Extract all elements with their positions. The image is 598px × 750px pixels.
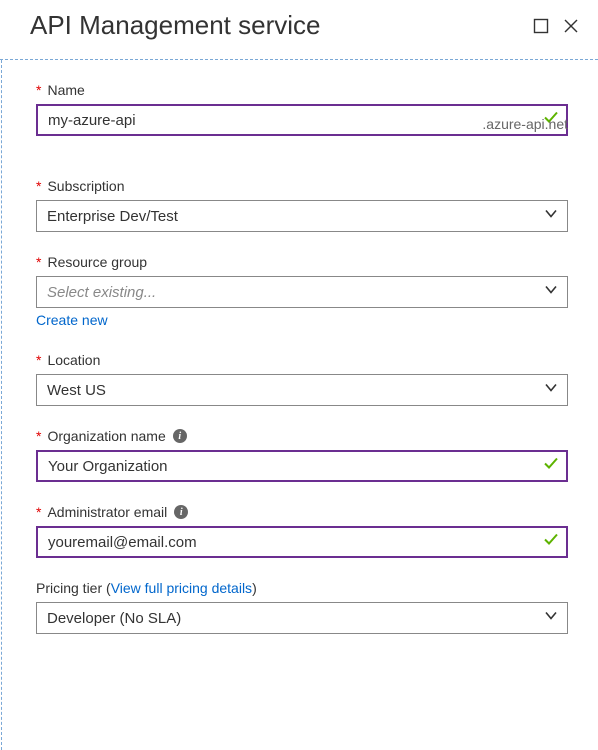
field-location: * Location West US: [36, 352, 568, 406]
info-icon[interactable]: i: [174, 505, 188, 519]
panel-title: API Management service: [30, 10, 532, 41]
field-org-name: * Organization name i: [36, 428, 568, 482]
resource-group-select[interactable]: Select existing...: [36, 276, 568, 308]
create-new-link[interactable]: Create new: [36, 312, 108, 328]
required-indicator: *: [36, 82, 41, 98]
pricing-label-prefix: Pricing tier (: [36, 580, 111, 596]
name-label: * Name: [36, 82, 568, 98]
admin-email-label: * Administrator email i: [36, 504, 568, 520]
admin-email-input[interactable]: [36, 526, 568, 558]
required-indicator: *: [36, 428, 41, 444]
form-body: * Name .azure-api.net * Subscription Ent…: [1, 60, 598, 750]
field-subscription: * Subscription Enterprise Dev/Test: [36, 178, 568, 232]
pricing-tier-select[interactable]: Developer (No SLA): [36, 602, 568, 634]
org-name-label-text: Organization name: [47, 428, 165, 444]
resource-group-label: * Resource group: [36, 254, 568, 270]
header-actions: [532, 17, 580, 35]
field-admin-email: * Administrator email i: [36, 504, 568, 558]
pin-icon[interactable]: [532, 17, 550, 35]
info-icon[interactable]: i: [173, 429, 187, 443]
location-value: West US: [47, 382, 106, 399]
required-indicator: *: [36, 504, 41, 520]
org-name-label: * Organization name i: [36, 428, 568, 444]
required-indicator: *: [36, 352, 41, 368]
subscription-select[interactable]: Enterprise Dev/Test: [36, 200, 568, 232]
field-name: * Name .azure-api.net: [36, 82, 568, 136]
pricing-tier-label: Pricing tier (View full pricing details): [36, 580, 568, 596]
pricing-tier-value: Developer (No SLA): [47, 610, 181, 627]
field-resource-group: * Resource group Select existing... Crea…: [36, 254, 568, 330]
subscription-label: * Subscription: [36, 178, 568, 194]
subscription-value: Enterprise Dev/Test: [47, 208, 178, 225]
close-icon[interactable]: [562, 17, 580, 35]
location-select[interactable]: West US: [36, 374, 568, 406]
required-indicator: *: [36, 254, 41, 270]
name-label-text: Name: [47, 82, 84, 98]
resource-group-label-text: Resource group: [47, 254, 147, 270]
field-pricing-tier: Pricing tier (View full pricing details)…: [36, 580, 568, 634]
pricing-label-suffix: ): [252, 580, 257, 596]
location-label-text: Location: [47, 352, 100, 368]
location-label: * Location: [36, 352, 568, 368]
panel-header: API Management service: [0, 0, 598, 59]
required-indicator: *: [36, 178, 41, 194]
resource-group-placeholder: Select existing...: [47, 284, 156, 301]
name-suffix: .azure-api.net: [482, 116, 568, 132]
admin-email-label-text: Administrator email: [47, 504, 167, 520]
api-management-panel: API Management service * Name .azu: [0, 0, 598, 750]
pricing-details-link[interactable]: View full pricing details: [111, 580, 252, 596]
subscription-label-text: Subscription: [47, 178, 124, 194]
org-name-input[interactable]: [36, 450, 568, 482]
